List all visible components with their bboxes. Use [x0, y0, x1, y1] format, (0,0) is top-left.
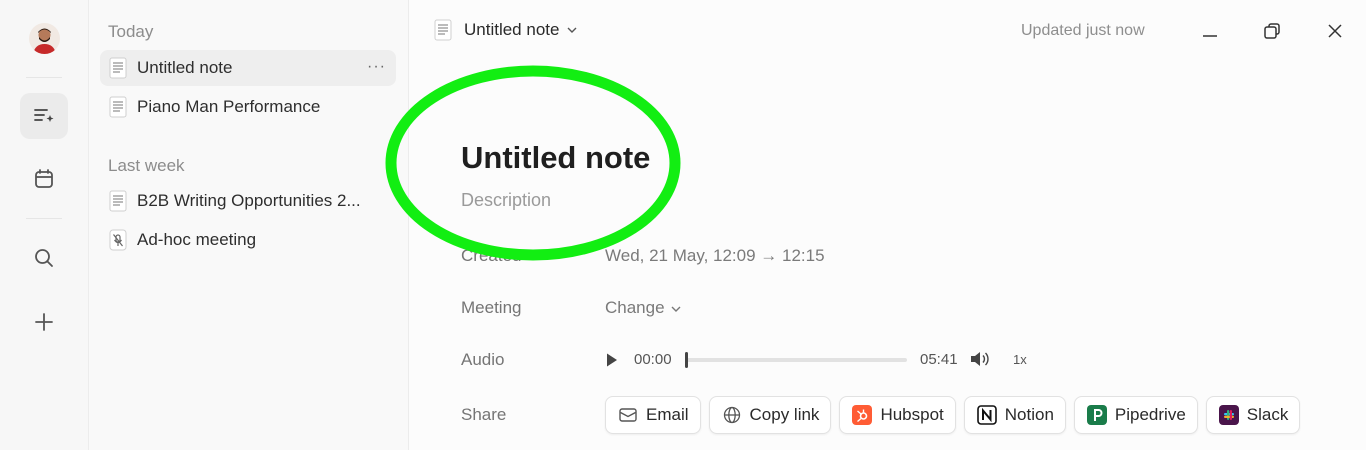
audio-total-time: 05:41 — [920, 351, 958, 368]
rail-divider — [26, 77, 62, 78]
note-panel: Untitled note Updated just now Untitled … — [385, 0, 1366, 450]
pipedrive-icon — [1086, 405, 1107, 425]
share-pipedrive-label: Pipedrive — [1114, 405, 1186, 424]
rail-add-button[interactable] — [20, 299, 68, 345]
audio-progress-knob[interactable] — [685, 352, 688, 368]
globe-icon — [722, 405, 742, 425]
rail-calendar-button[interactable] — [20, 156, 68, 202]
share-label: Share — [461, 405, 507, 424]
restore-icon — [1264, 23, 1280, 39]
search-icon — [35, 249, 53, 267]
hubspot-icon — [852, 405, 873, 425]
note-title-dropdown[interactable]: Untitled note — [433, 18, 577, 42]
share-copy-link-label: Copy link — [749, 405, 820, 424]
section-today: Today — [108, 22, 154, 41]
share-notion-label: Notion — [1004, 405, 1054, 424]
meeting-change-dropdown[interactable]: Change — [605, 298, 681, 318]
share-email-label: Email — [646, 405, 689, 424]
more-options-icon[interactable]: ··· — [367, 58, 386, 76]
rail-notes-button[interactable] — [20, 93, 68, 139]
document-icon — [108, 190, 128, 212]
app-rail — [0, 0, 89, 450]
plus-icon — [35, 313, 53, 331]
audio-label: Audio — [461, 350, 505, 369]
section-last-week: Last week — [108, 156, 185, 175]
note-item-untitled[interactable]: Untitled note ··· — [100, 50, 396, 86]
notion-icon — [976, 405, 997, 425]
mail-icon — [618, 405, 638, 425]
rail-search-button[interactable] — [20, 235, 68, 281]
minimize-icon — [1203, 35, 1217, 37]
notes-sparkle-icon — [34, 109, 54, 122]
muted-mic-icon — [108, 229, 128, 251]
audio-player: 00:00 05:41 1x — [605, 348, 1045, 372]
note-item-piano-man[interactable]: Piano Man Performance — [100, 89, 396, 125]
playback-speed-button[interactable]: 1x — [1013, 352, 1027, 367]
restore-button[interactable] — [1259, 18, 1285, 44]
note-title[interactable]: Untitled note — [461, 140, 650, 176]
save-status: Updated just now — [1021, 22, 1145, 39]
share-notion-button[interactable]: Notion — [963, 396, 1066, 434]
share-slack-button[interactable]: Slack — [1205, 396, 1301, 434]
calendar-icon — [35, 169, 53, 188]
description-field[interactable]: Description — [461, 190, 551, 211]
play-icon[interactable] — [605, 352, 619, 373]
note-item-label: Untitled note — [137, 58, 233, 77]
share-buttons: Email Copy link Hubspot Notion Pipedrive — [605, 396, 1308, 434]
share-email-button[interactable]: Email — [605, 396, 701, 434]
created-value: Wed, 21 May, 12:09 → 12:15 — [605, 246, 825, 265]
document-icon — [108, 57, 128, 79]
share-copy-link-button[interactable]: Copy link — [708, 396, 832, 434]
close-icon — [1328, 24, 1342, 38]
close-button[interactable] — [1322, 18, 1348, 44]
volume-icon[interactable] — [969, 350, 989, 373]
chevron-down-icon — [671, 298, 681, 318]
share-pipedrive-button[interactable]: Pipedrive — [1073, 396, 1198, 434]
rail-divider — [26, 218, 62, 219]
share-slack-label: Slack — [1246, 405, 1289, 424]
share-hubspot-button[interactable]: Hubspot — [839, 396, 956, 434]
note-item-label: Piano Man Performance — [137, 97, 321, 116]
meeting-change-label: Change — [605, 298, 665, 317]
avatar[interactable] — [29, 23, 60, 54]
note-item-ad-hoc-meeting[interactable]: Ad-hoc meeting — [100, 222, 396, 258]
audio-progress-track[interactable] — [685, 358, 907, 362]
meeting-label: Meeting — [461, 298, 522, 317]
slack-icon — [1218, 405, 1239, 425]
note-item-b2b-writing[interactable]: B2B Writing Opportunities 2... — [100, 183, 396, 219]
document-icon — [108, 96, 128, 118]
share-hubspot-label: Hubspot — [880, 405, 944, 424]
note-item-label: Ad-hoc meeting — [137, 230, 257, 249]
minimize-button[interactable] — [1197, 18, 1223, 44]
notes-list: Today Untitled note ··· Piano Man Perfor… — [89, 0, 409, 450]
chevron-down-icon — [567, 23, 577, 37]
header-title: Untitled note — [464, 20, 560, 39]
created-label: Created — [461, 246, 522, 265]
audio-current-time: 00:00 — [634, 351, 672, 368]
note-item-label: B2B Writing Opportunities 2... — [137, 191, 361, 210]
document-icon — [433, 18, 453, 42]
